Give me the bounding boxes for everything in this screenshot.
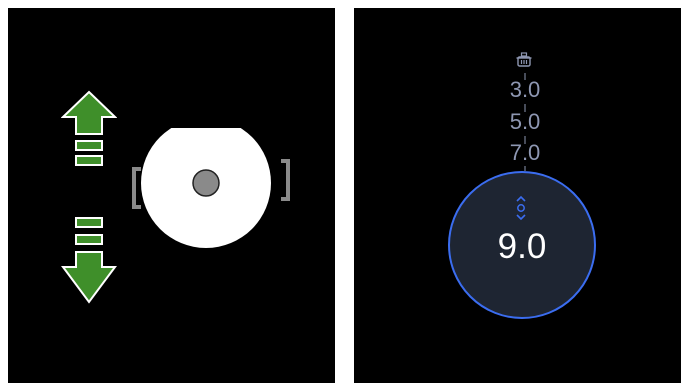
scale-value-7: 7.0 bbox=[509, 140, 541, 165]
temperature-knob[interactable]: 9.0 bbox=[448, 171, 596, 319]
left-illustration-panel bbox=[8, 8, 335, 383]
pot-top-view-icon bbox=[132, 128, 290, 248]
temperature-dial-panel: 3.0 5.0 7.0 9.0 bbox=[354, 8, 681, 383]
adjust-chevrons-icon bbox=[516, 195, 526, 221]
arrow-up-icon bbox=[61, 90, 117, 166]
scale-value-5: 5.0 bbox=[509, 109, 541, 134]
arrow-down-icon bbox=[61, 217, 117, 304]
scale-value-3: 3.0 bbox=[509, 77, 541, 102]
current-temperature-value: 9.0 bbox=[497, 227, 547, 266]
